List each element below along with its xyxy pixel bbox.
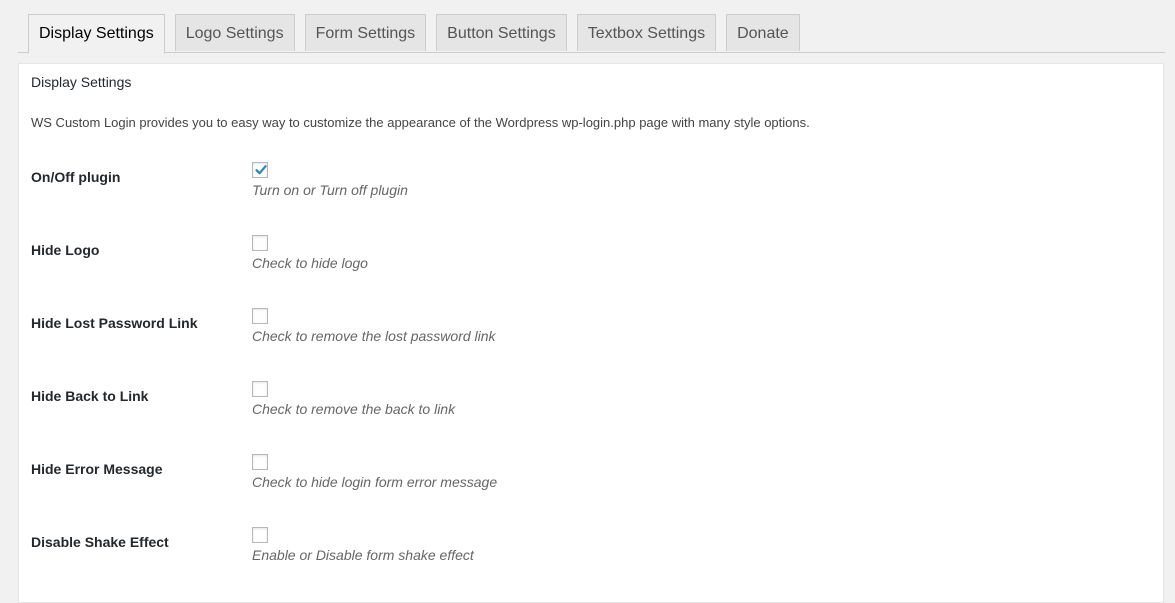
setting-label: Hide Logo — [31, 242, 100, 258]
tab-textbox-settings[interactable]: Textbox Settings — [576, 14, 717, 51]
checkmark-icon — [255, 165, 267, 175]
onoff-plugin-checkbox[interactable] — [252, 162, 268, 178]
setting-label: On/Off plugin — [31, 169, 121, 185]
setting-description: Check to hide login form error message — [252, 474, 498, 490]
setting-description: Check to remove the back to link — [252, 401, 456, 417]
hide-error-message-checkbox[interactable] — [252, 454, 268, 470]
setting-description: Turn on or Turn off plugin — [252, 182, 408, 198]
tab-logo-settings[interactable]: Logo Settings — [174, 14, 295, 51]
setting-label: Hide Error Message — [31, 461, 163, 477]
setting-label: Disable Shake Effect — [31, 534, 169, 550]
setting-description: Check to remove the lost password link — [252, 328, 496, 344]
tab-button-settings[interactable]: Button Settings — [436, 14, 567, 51]
tab-display-settings[interactable]: Display Settings — [28, 14, 165, 54]
hide-logo-checkbox[interactable] — [252, 235, 268, 251]
setting-description: Enable or Disable form shake effect — [252, 547, 474, 563]
hide-lost-password-link-checkbox[interactable] — [252, 308, 268, 324]
setting-row-disable-shake-effect: Disable Shake Effect Enable or Disable f… — [31, 527, 1131, 587]
hide-back-to-link-checkbox[interactable] — [252, 381, 268, 397]
setting-row-onoff-plugin: On/Off plugin Turn on or Turn off plugin — [31, 162, 1131, 222]
setting-row-hide-logo: Hide Logo Check to hide logo — [31, 235, 1131, 295]
panel-description: WS Custom Login provides you to easy way… — [31, 115, 810, 130]
setting-label: Hide Lost Password Link — [31, 315, 198, 331]
setting-row-hide-error-message: Hide Error Message Check to hide login f… — [31, 454, 1131, 514]
setting-row-hide-back-to-link: Hide Back to Link Check to remove the ba… — [31, 381, 1131, 441]
disable-shake-effect-checkbox[interactable] — [252, 527, 268, 543]
tab-form-settings[interactable]: Form Settings — [304, 14, 427, 51]
tab-donate[interactable]: Donate — [726, 14, 800, 51]
panel-title: Display Settings — [31, 74, 132, 90]
setting-row-hide-lost-password-link: Hide Lost Password Link Check to remove … — [31, 308, 1131, 368]
setting-label: Hide Back to Link — [31, 388, 149, 404]
setting-description: Check to hide logo — [252, 255, 368, 271]
settings-tab-bar: Display Settings Logo Settings Form Sett… — [18, 14, 1165, 54]
display-settings-panel: Display Settings WS Custom Login provide… — [18, 63, 1164, 603]
